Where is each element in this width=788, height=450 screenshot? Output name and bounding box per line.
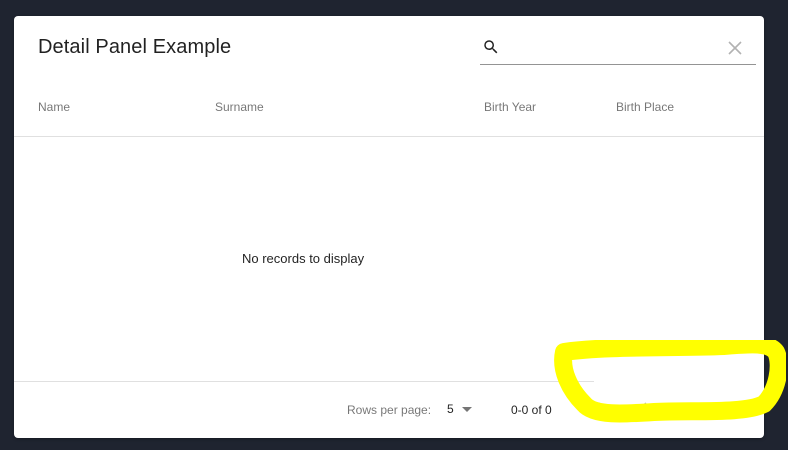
pagination-range: 0-0 of 0 (511, 403, 552, 417)
search-field[interactable] (480, 34, 756, 65)
table-card: Detail Panel Example Name Surname Birth … (14, 16, 764, 438)
rows-per-page-select[interactable]: 5 (446, 401, 476, 419)
table-body: No records to display (14, 137, 764, 381)
close-icon[interactable] (728, 41, 742, 55)
column-header-birth-place[interactable]: Birth Place (616, 100, 674, 114)
next-page-button[interactable] (680, 396, 704, 420)
chevron-down-icon (462, 407, 472, 412)
previous-page-button[interactable] (632, 396, 656, 420)
table-pagination: Rows per page: 5 0-0 of 0 (14, 382, 764, 438)
rows-per-page-value: 5 (447, 402, 454, 416)
empty-message: No records to display (242, 251, 365, 266)
search-input[interactable] (508, 36, 712, 62)
last-page-button[interactable] (728, 396, 752, 420)
first-page-icon (591, 402, 601, 414)
chevron-right-icon (689, 402, 697, 414)
chevron-left-icon (639, 402, 647, 414)
column-header-birth-year[interactable]: Birth Year (484, 100, 536, 114)
last-page-icon (735, 402, 745, 414)
table-toolbar: Detail Panel Example (14, 16, 764, 80)
column-header-name[interactable]: Name (38, 100, 70, 114)
first-page-button[interactable] (584, 396, 608, 420)
table-header-row: Name Surname Birth Year Birth Place (14, 88, 764, 137)
column-header-surname[interactable]: Surname (215, 100, 264, 114)
rows-per-page-label: Rows per page: (347, 403, 432, 417)
table-title: Detail Panel Example (38, 36, 232, 58)
search-icon (482, 38, 500, 56)
